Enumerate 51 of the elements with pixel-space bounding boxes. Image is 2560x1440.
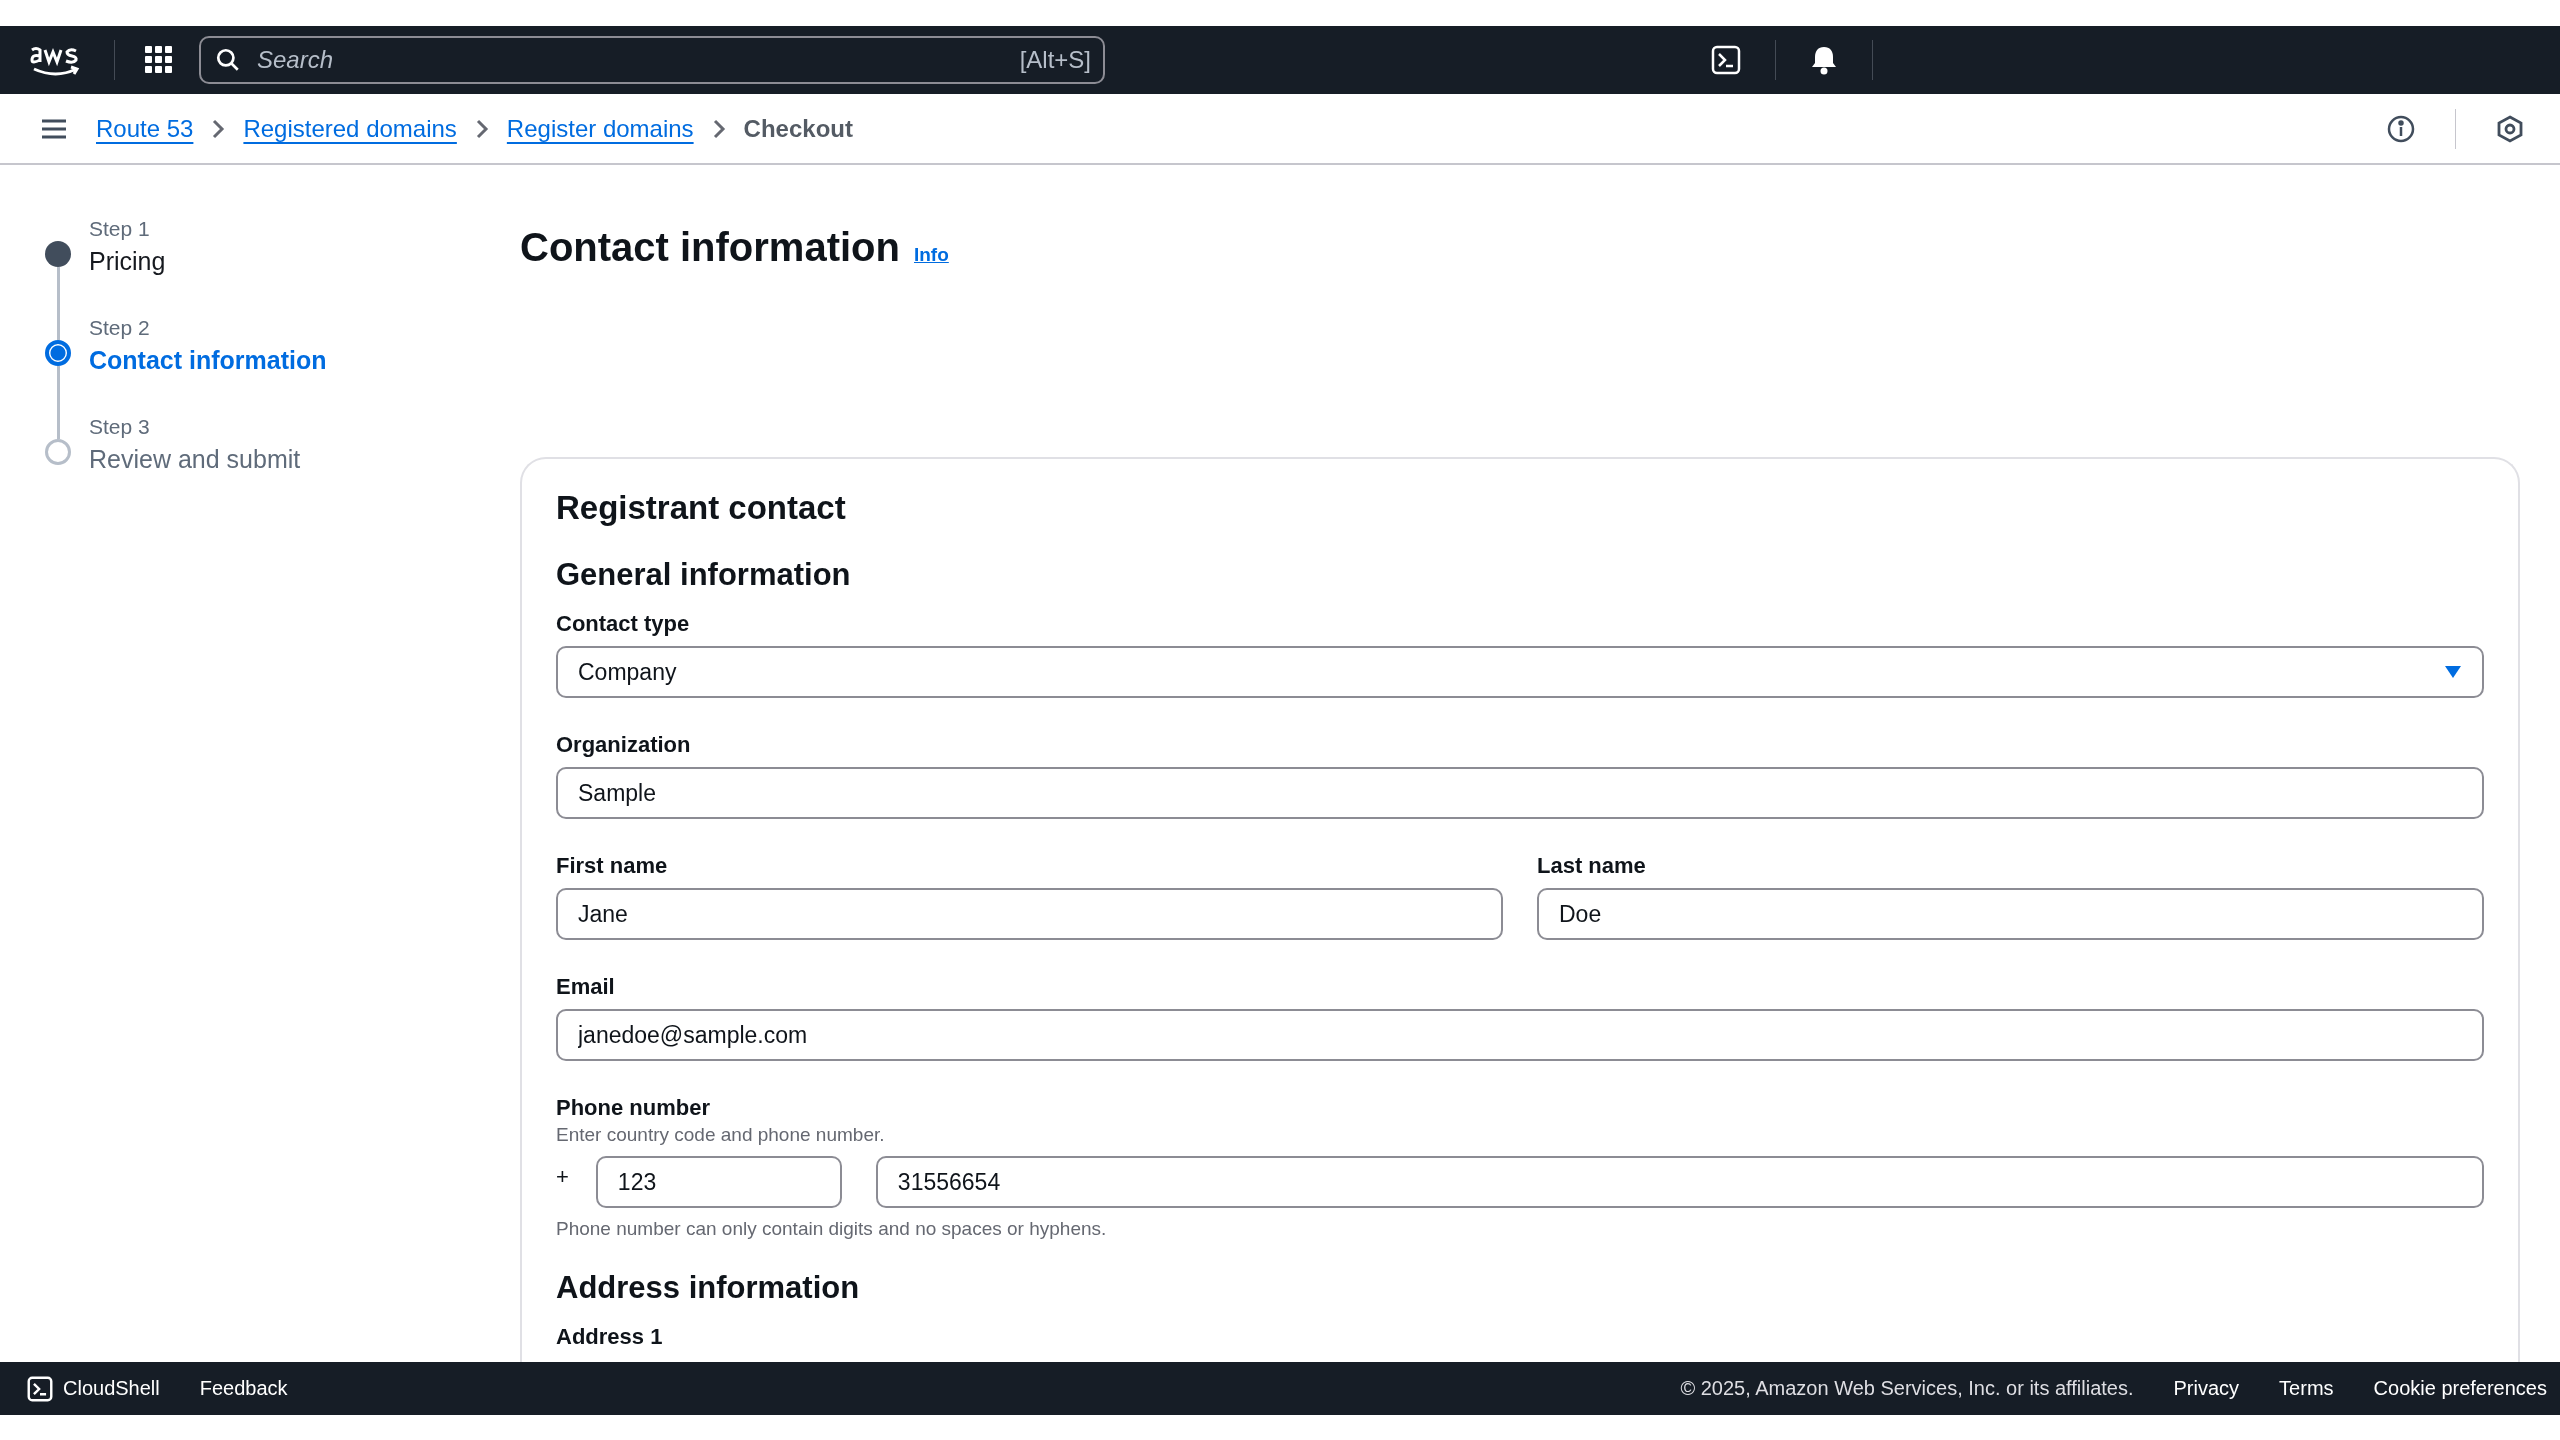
- step-number: Step 2: [89, 315, 151, 340]
- field-label: First name: [556, 853, 669, 879]
- feedback-link[interactable]: Feedback: [199, 1377, 288, 1400]
- field-description: Enter country code and phone number.: [556, 1124, 886, 1146]
- cloudshell-button[interactable]: CloudShell: [27, 1375, 160, 1402]
- step-number: Step 3: [89, 414, 151, 439]
- section-heading: Address information: [556, 1270, 861, 1306]
- step-number: Step 1: [89, 216, 151, 241]
- step-title: Contact information: [89, 345, 328, 376]
- card-title: Registrant contact: [556, 489, 847, 527]
- info-link[interactable]: Info: [914, 244, 949, 266]
- plus-sign: +: [556, 1164, 570, 1190]
- footer-link[interactable]: Privacy: [2173, 1377, 2240, 1400]
- section-heading: General information: [556, 557, 852, 593]
- terminal-icon[interactable]: [1711, 45, 1741, 75]
- field-label: Email: [556, 974, 616, 1000]
- breadcrumb-link[interactable]: Route 53: [96, 114, 194, 143]
- search-icon: [215, 47, 241, 73]
- country-code-field[interactable]: 123: [595, 1156, 842, 1208]
- terminal-icon: [27, 1375, 53, 1402]
- chevron-icon: [711, 117, 726, 140]
- breadcrumb-link[interactable]: Registered domains: [243, 114, 457, 143]
- footer-link[interactable]: Terms: [2279, 1377, 2334, 1400]
- field-label: Last name: [1537, 853, 1647, 879]
- page-title: Contact information: [520, 225, 900, 270]
- apps-grid-icon[interactable]: [145, 46, 173, 74]
- field-label: Organization: [556, 732, 692, 758]
- phone-number-field[interactable]: 31556654: [875, 1156, 2484, 1208]
- settings-icon[interactable]: [2496, 114, 2524, 143]
- constraint-text: Phone number can only contain digits and no spaces or hyphens.: [556, 1218, 1108, 1240]
- menu-icon[interactable]: [40, 117, 68, 140]
- footer-link[interactable]: Cookie preferences: [2373, 1377, 2547, 1400]
- field-label: Address 1: [556, 1324, 664, 1350]
- chevron-icon: [211, 117, 226, 140]
- field-label: Phone number: [556, 1095, 711, 1121]
- shortcut-hint: [Alt+S]: [1019, 46, 1091, 74]
- caret-icon: [2444, 665, 2462, 679]
- breadcrumb-link[interactable]: Register domains: [506, 114, 694, 143]
- input-field[interactable]: Sample: [556, 767, 2484, 819]
- info-icon[interactable]: [2387, 114, 2415, 143]
- input-field[interactable]: janedoe@sample.com: [556, 1009, 2484, 1061]
- step-title: Review and submit: [89, 444, 302, 475]
- input-field[interactable]: Doe: [1537, 888, 2484, 940]
- notifications-icon[interactable]: [1810, 45, 1838, 75]
- step-title: Pricing: [89, 246, 167, 277]
- contact-type-select[interactable]: Company: [556, 646, 2484, 698]
- input-field[interactable]: Jane: [556, 888, 1503, 940]
- chevron-icon: [474, 117, 489, 140]
- copyright-text: © 2025, Amazon Web Services, Inc. or its affiliates.: [1680, 1377, 2134, 1400]
- field-label: Contact type: [556, 611, 691, 637]
- breadcrumb-current: Checkout: [743, 114, 853, 143]
